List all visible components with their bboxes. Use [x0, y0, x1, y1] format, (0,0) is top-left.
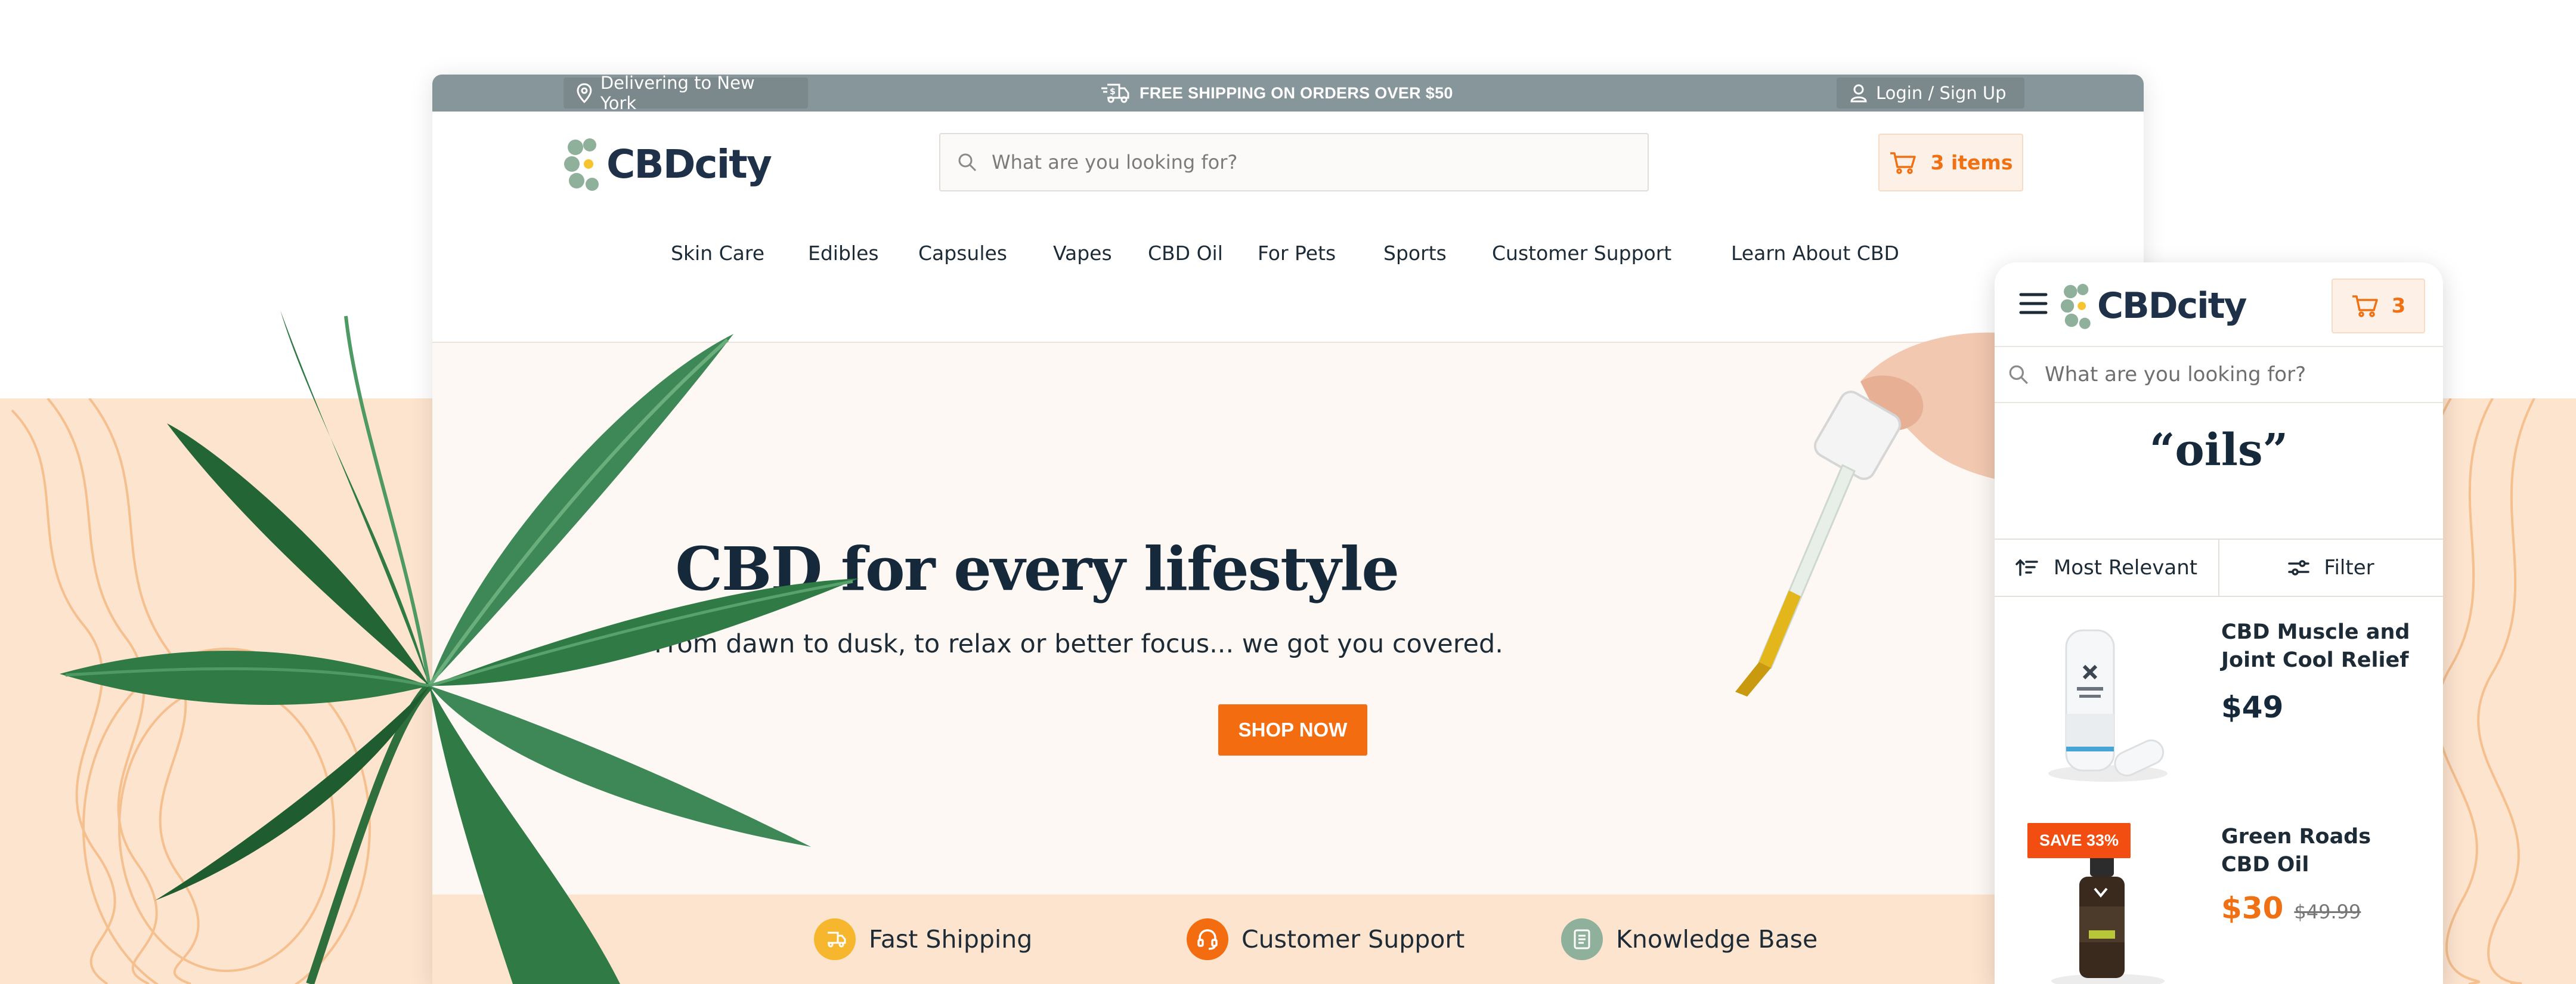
nav-item-customer-support[interactable]: Customer Support: [1492, 242, 1671, 265]
nav-item-capsules[interactable]: Capsules: [918, 242, 1007, 265]
main-navigation: Skin Care Edibles Capsules Vapes CBD Oil…: [432, 242, 2144, 289]
site-logo[interactable]: CBDcity: [564, 134, 772, 194]
feature-knowledge-base[interactable]: Knowledge Base: [1561, 918, 1818, 960]
logo-text: CBDcity: [606, 141, 772, 187]
feature-customer-support[interactable]: Customer Support: [1187, 918, 1465, 960]
feature-label: Knowledge Base: [1616, 925, 1818, 954]
nav-item-sports[interactable]: Sports: [1383, 242, 1447, 265]
nav-item-skin-care[interactable]: Skin Care: [671, 242, 764, 265]
cart-icon: [1890, 151, 1916, 174]
feature-label: Customer Support: [1241, 925, 1465, 954]
search-icon: [2009, 365, 2028, 384]
user-icon: [1850, 84, 1867, 103]
utility-topbar: Delivering to New York $ FREE SHIPPING O…: [432, 75, 2144, 113]
cart-label: 3 items: [1930, 151, 2013, 174]
product-card[interactable]: CBD Muscle and Joint Cool Relief $49: [1995, 601, 2443, 803]
mobile-cart-button[interactable]: 3: [2332, 279, 2425, 333]
search-bar[interactable]: [939, 133, 1649, 191]
sort-icon: [2015, 559, 2038, 576]
save-badge: SAVE 33%: [2027, 823, 2131, 858]
oil-dropper-hand-image: [1735, 332, 2015, 697]
login-text: Login / Sign Up: [1876, 83, 2007, 103]
mobile-logo[interactable]: CBDcity: [2060, 280, 2247, 332]
location-pin-icon: [577, 83, 592, 103]
search-query-heading: “oils”: [2149, 425, 2289, 476]
hamburger-menu-icon[interactable]: [2018, 291, 2048, 316]
search-icon: [958, 153, 977, 172]
delivery-truck-icon: $: [1101, 83, 1129, 103]
cart-button[interactable]: 3 items: [1878, 134, 2023, 191]
results-controls: Most Relevant Filter: [1995, 539, 2443, 597]
free-shipping-text: FREE SHIPPING ON ORDERS OVER $50: [1140, 83, 1453, 102]
nav-item-cbd-oil[interactable]: CBD Oil: [1148, 242, 1223, 265]
free-shipping-banner: $ FREE SHIPPING ON ORDERS OVER $50: [1100, 75, 1453, 112]
product-price: $49: [2221, 690, 2284, 725]
sort-label: Most Relevant: [2053, 556, 2198, 580]
mobile-search-input[interactable]: [2045, 363, 2432, 386]
original-price: $49.99: [2294, 901, 2361, 923]
feature-label: Fast Shipping: [869, 925, 1033, 954]
delivery-text: Delivering to New York: [600, 75, 755, 113]
mobile-search-bar[interactable]: [1995, 346, 2443, 403]
nav-item-for-pets[interactable]: For Pets: [1258, 242, 1336, 265]
sort-button[interactable]: Most Relevant: [1995, 540, 2219, 596]
cannabis-leaf-image: [60, 310, 859, 984]
product-card[interactable]: SAVE 33% Green Roads CBD Oil $30 $49.99: [1995, 805, 2443, 984]
product-name[interactable]: CBD Muscle and Joint Cool Relief: [2221, 618, 2424, 675]
leaf-cluster-logo-icon: [564, 138, 599, 191]
filter-sliders-icon: [2288, 560, 2310, 575]
filter-label: Filter: [2324, 556, 2374, 580]
filter-button[interactable]: Filter: [2219, 540, 2443, 596]
login-signup-button[interactable]: Login / Sign Up: [1837, 78, 2024, 109]
sale-price: $30: [2221, 891, 2284, 926]
product-name[interactable]: Green Roads CBD Oil: [2221, 823, 2424, 880]
mobile-site-window: CBDcity 3 “oils” Most Relevant: [1995, 262, 2443, 984]
search-input[interactable]: [992, 151, 1588, 174]
headset-icon: [1187, 918, 1228, 960]
svg-text:$: $: [1110, 87, 1116, 97]
muscle-relief-roller-image: [2048, 629, 2168, 782]
cart-icon: [2352, 295, 2378, 317]
nav-item-learn-about-cbd[interactable]: Learn About CBD: [1731, 242, 1899, 265]
nav-item-edibles[interactable]: Edibles: [808, 242, 879, 265]
leaf-cluster-logo-icon: [2060, 284, 2091, 329]
delivery-location-button[interactable]: Delivering to New York: [564, 75, 808, 113]
mobile-logo-text: CBDcity: [2097, 285, 2247, 327]
book-icon: [1561, 918, 1603, 960]
price-row: $30 $49.99: [2221, 891, 2361, 926]
mobile-cart-count: 3: [2391, 294, 2406, 318]
shop-now-button[interactable]: SHOP NOW: [1218, 704, 1367, 756]
mobile-header: CBDcity 3: [1995, 262, 2443, 346]
nav-item-vapes[interactable]: Vapes: [1053, 242, 1112, 265]
